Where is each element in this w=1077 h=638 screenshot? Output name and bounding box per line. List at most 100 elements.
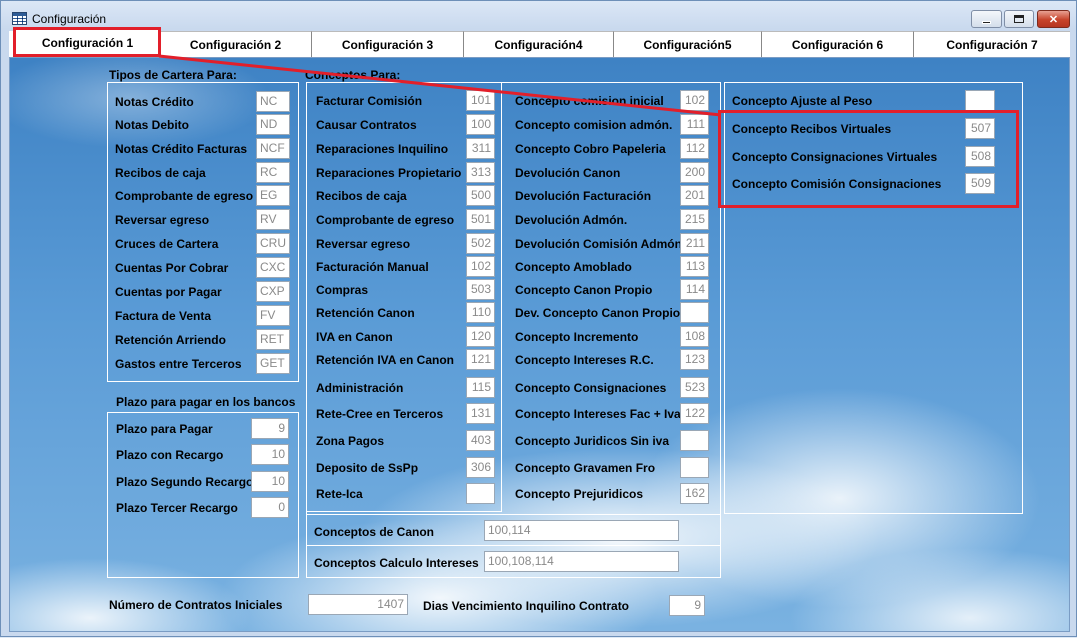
field-rete-cree-en-terceros[interactable]: 131 xyxy=(466,403,495,424)
close-icon: ✕ xyxy=(1048,13,1059,26)
field-cuentas-por-pagar[interactable]: CXP xyxy=(256,281,290,302)
label-notas-debito: Notas Debito xyxy=(115,118,190,132)
field-causar-contratos[interactable]: 100 xyxy=(466,114,495,135)
field-plazo-segundo-recargo[interactable]: 10 xyxy=(251,471,289,492)
field-dev-concepto-canon-propio[interactable] xyxy=(680,302,709,323)
field-factura-de-venta[interactable]: FV xyxy=(256,305,290,326)
field-plazo-tercer-recargo[interactable]: 0 xyxy=(251,497,289,518)
field-numero-contratos[interactable]: 1407 xyxy=(308,594,408,615)
field-concepto-amoblado[interactable]: 113 xyxy=(680,256,709,277)
field-dias-vencimiento[interactable]: 9 xyxy=(669,595,705,616)
label-comprobante-de-egreso: Comprobante de egreso xyxy=(316,213,455,227)
field-recibos-de-caja[interactable]: RC xyxy=(256,162,290,183)
field-cuentas-por-cobrar[interactable]: CXC xyxy=(256,257,290,278)
field-zona-pagos[interactable]: 403 xyxy=(466,430,495,451)
field-plazo-con-recargo[interactable]: 10 xyxy=(251,444,289,465)
label-retencion-canon: Retención Canon xyxy=(316,306,415,320)
tab-label: Configuración4 xyxy=(494,37,583,52)
title-bar[interactable]: Configuración ✕ xyxy=(1,1,1076,31)
field-deposito-de-sspp[interactable]: 306 xyxy=(466,457,495,478)
label-dev-concepto-canon-propio: Dev. Concepto Canon Propio xyxy=(515,306,681,320)
label-factura-de-venta: Factura de Venta xyxy=(115,309,212,323)
label-cuentas-por-pagar: Cuentas por Pagar xyxy=(115,285,222,299)
field-facturar-comision[interactable]: 101 xyxy=(466,90,495,111)
tipos-cartera-title: Tipos de Cartera Para: xyxy=(109,68,237,82)
label-causar-contratos: Causar Contratos xyxy=(316,118,417,132)
field-concepto-consignaciones[interactable]: 523 xyxy=(680,377,709,398)
field-comprobante-de-egreso[interactable]: EG xyxy=(256,185,290,206)
tab-configuracion-5[interactable]: Configuración5 xyxy=(614,31,762,57)
field-concepto-cobro-papeleria[interactable]: 112 xyxy=(680,138,709,159)
field-gastos-entre-terceros[interactable]: GET xyxy=(256,353,290,374)
field-cruces-de-cartera[interactable]: CRU xyxy=(256,233,290,254)
field-notas-credito-facturas[interactable]: NCF xyxy=(256,138,290,159)
plazo-title: Plazo para pagar en los bancos xyxy=(116,395,296,409)
field-concepto-incremento[interactable]: 108 xyxy=(680,326,709,347)
field-conceptos-intereses[interactable]: 100,108,114 xyxy=(484,551,679,572)
field-concepto-intereses-fac-iva[interactable]: 122 xyxy=(680,403,709,424)
label-reparaciones-inquilino: Reparaciones Inquilino xyxy=(316,142,449,156)
label-devolucion-canon: Devolución Canon xyxy=(515,166,621,180)
field-devolucion-admon[interactable]: 215 xyxy=(680,209,709,230)
label-recibos-de-caja: Recibos de caja xyxy=(316,189,407,203)
label-rete-cree-en-terceros: Rete-Cree en Terceros xyxy=(316,407,444,421)
field-concepto-gravamen-fro[interactable] xyxy=(680,457,709,478)
label-conceptos-intereses: Conceptos Calculo Intereses xyxy=(314,556,479,570)
field-concepto-ajuste-al-peso[interactable] xyxy=(965,90,995,111)
field-reparaciones-inquilino[interactable]: 311 xyxy=(466,138,495,159)
field-devolucion-facturacion[interactable]: 201 xyxy=(680,185,709,206)
field-rete-ica[interactable] xyxy=(466,483,495,504)
field-comprobante-de-egreso[interactable]: 501 xyxy=(466,209,495,230)
field-retencion-arriendo[interactable]: RET xyxy=(256,329,290,350)
label-reparaciones-propietario: Reparaciones Propietario xyxy=(316,166,462,180)
label-concepto-gravamen-fro: Concepto Gravamen Fro xyxy=(515,461,656,475)
label-recibos-de-caja: Recibos de caja xyxy=(115,166,206,180)
tab-configuracion-7[interactable]: Configuración 7 xyxy=(914,31,1070,57)
label-concepto-prejuridicos: Concepto Prejuridicos xyxy=(515,487,644,501)
field-concepto-comision-admon[interactable]: 111 xyxy=(680,114,709,135)
field-conceptos-canon[interactable]: 100,114 xyxy=(484,520,679,541)
field-devolucion-canon[interactable]: 200 xyxy=(680,162,709,183)
field-recibos-de-caja[interactable]: 500 xyxy=(466,185,495,206)
tab-label: Configuración 7 xyxy=(946,37,1038,52)
label-retencion-arriendo: Retención Arriendo xyxy=(115,333,226,347)
close-button[interactable]: ✕ xyxy=(1037,10,1070,28)
field-iva-en-canon[interactable]: 120 xyxy=(466,326,495,347)
label-devolucion-admon: Devolución Admón. xyxy=(515,213,628,227)
label-concepto-juridicos-sin-iva: Concepto Juridicos Sin iva xyxy=(515,434,670,448)
field-reversar-egreso[interactable]: 502 xyxy=(466,233,495,254)
field-concepto-prejuridicos[interactable]: 162 xyxy=(680,483,709,504)
field-reparaciones-propietario[interactable]: 313 xyxy=(466,162,495,183)
tab-configuracion-4[interactable]: Configuración4 xyxy=(464,31,614,57)
tab-configuracion-2[interactable]: Configuración 2 xyxy=(160,31,312,57)
label-concepto-amoblado: Concepto Amoblado xyxy=(515,260,632,274)
label-reversar-egreso: Reversar egreso xyxy=(115,213,210,227)
tab-configuracion-3[interactable]: Configuración 3 xyxy=(312,31,464,57)
label-concepto-intereses-fac-iva: Concepto Intereses Fac + Iva xyxy=(515,407,681,421)
minimize-button[interactable] xyxy=(971,10,1002,28)
label-administracion: Administración xyxy=(316,381,404,395)
highlight-box-virtual xyxy=(718,110,1019,208)
label-concepto-canon-propio: Concepto Canon Propio xyxy=(515,283,653,297)
label-devolucion-comision-admon: Devolución Comisión Admón. xyxy=(515,237,686,251)
field-notas-credito[interactable]: NC xyxy=(256,91,290,112)
field-compras[interactable]: 503 xyxy=(466,279,495,300)
field-devolucion-comision-admon[interactable]: 211 xyxy=(680,233,709,254)
field-retencion-canon[interactable]: 110 xyxy=(466,302,495,323)
maximize-button[interactable] xyxy=(1004,10,1034,28)
field-reversar-egreso[interactable]: RV xyxy=(256,209,290,230)
field-concepto-intereses-r-c[interactable]: 123 xyxy=(680,349,709,370)
field-retencion-iva-en-canon[interactable]: 121 xyxy=(466,349,495,370)
minimize-icon xyxy=(982,20,991,24)
field-administracion[interactable]: 115 xyxy=(466,377,495,398)
tab-configuracion-6[interactable]: Configuración 6 xyxy=(762,31,914,57)
field-concepto-canon-propio[interactable]: 114 xyxy=(680,279,709,300)
field-plazo-para-pagar[interactable]: 9 xyxy=(251,418,289,439)
label-dias-vencimiento: Dias Vencimiento Inquilino Contrato xyxy=(423,599,630,613)
label-facturacion-manual: Facturación Manual xyxy=(316,260,429,274)
label-gastos-entre-terceros: Gastos entre Terceros xyxy=(115,357,242,371)
field-notas-debito[interactable]: ND xyxy=(256,114,290,135)
field-concepto-comision-inicial[interactable]: 102 xyxy=(680,90,709,111)
field-concepto-juridicos-sin-iva[interactable] xyxy=(680,430,709,451)
field-facturacion-manual[interactable]: 102 xyxy=(466,256,495,277)
